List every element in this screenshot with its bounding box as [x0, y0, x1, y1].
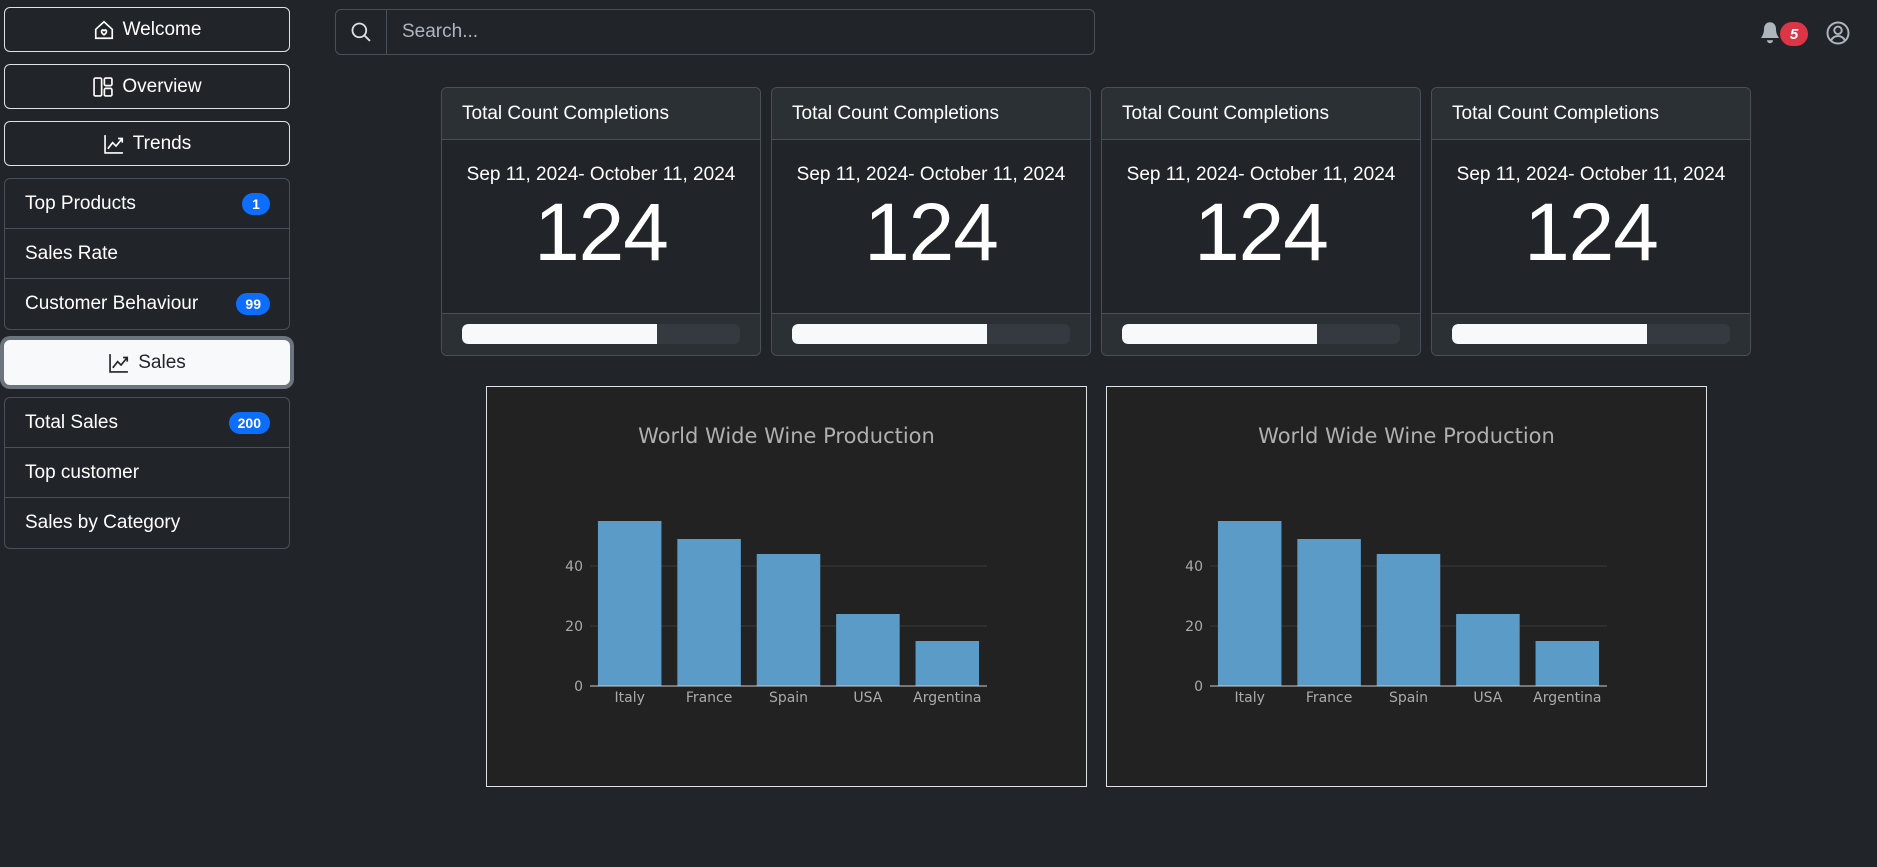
- card-footer: [772, 313, 1090, 355]
- sidebar-item-sales-rate[interactable]: Sales Rate: [5, 229, 289, 279]
- card-footer: [1432, 313, 1750, 355]
- bar: [1535, 641, 1600, 686]
- sidebar: Welcome Overview Trends Top Products 1 S…: [4, 7, 290, 559]
- card-date-range: Sep 11, 2024- October 11, 2024: [796, 164, 1066, 185]
- y-tick-label: 0: [574, 679, 583, 695]
- sidebar-group-analytics: Top Products 1 Sales Rate Customer Behav…: [4, 178, 290, 330]
- sales-button[interactable]: Sales: [4, 340, 290, 385]
- x-tick-label: Argentina: [1533, 690, 1601, 706]
- progress-fill: [462, 324, 657, 344]
- sidebar-item-label: Top Products: [25, 192, 136, 214]
- graph-up-icon: [109, 353, 129, 373]
- kpi-card: Total Count Completions Sep 11, 2024- Oc…: [441, 87, 761, 356]
- card-title: Total Count Completions: [442, 88, 760, 140]
- sidebar-item-label: Customer Behaviour: [25, 293, 199, 314]
- count-badge: 200: [228, 411, 270, 434]
- card-date-range: Sep 11, 2024- October 11, 2024: [1456, 164, 1726, 185]
- bar: [1297, 539, 1361, 686]
- sidebar-item-top-products[interactable]: Top Products 1: [5, 179, 289, 229]
- card-value: 124: [1194, 187, 1329, 278]
- user-icon[interactable]: [1826, 21, 1850, 45]
- graph-up-icon: [104, 134, 123, 154]
- x-tick-label: Argentina: [913, 690, 981, 706]
- kpi-card: Total Count Completions Sep 11, 2024- Oc…: [1101, 87, 1421, 356]
- card-title: Total Count Completions: [1432, 88, 1750, 140]
- chart-title: World Wide Wine Production: [1258, 424, 1555, 448]
- card-footer: [1102, 313, 1420, 355]
- trends-label: Trends: [132, 132, 192, 154]
- sidebar-item-customer-behaviour[interactable]: Customer Behaviour 99: [5, 279, 289, 329]
- card-date-range: Sep 11, 2024- October 11, 2024: [466, 164, 736, 185]
- card-value: 124: [534, 187, 669, 278]
- y-tick-label: 40: [1185, 559, 1203, 575]
- bar: [1217, 521, 1282, 686]
- sidebar-item-label: Total Sales: [25, 411, 118, 433]
- search-input[interactable]: [387, 10, 1094, 54]
- chart-svg: World Wide Wine Production 0 20 40 Italy Fran…: [565, 424, 987, 706]
- bar: [836, 614, 900, 686]
- x-tick-label: Italy: [615, 690, 645, 706]
- welcome-label: Welcome: [122, 18, 202, 40]
- progress-fill: [1122, 324, 1317, 344]
- y-tick-label: 20: [565, 619, 583, 635]
- x-tick-label: Spain: [769, 690, 808, 706]
- card-value: 124: [864, 187, 999, 278]
- kpi-card: Total Count Completions Sep 11, 2024- Oc…: [771, 87, 1091, 356]
- x-tick-label: Spain: [1389, 690, 1428, 706]
- notification-badge: 5: [1780, 22, 1808, 46]
- wine-production-chart: World Wide Wine Production 0 20 40 Italy Fran…: [1106, 386, 1707, 787]
- card-value: 124: [1524, 187, 1659, 278]
- card-footer: [442, 313, 760, 355]
- progress-bar: [1122, 324, 1400, 344]
- sales-label: Sales: [138, 351, 186, 373]
- progress-fill: [792, 324, 987, 344]
- bar: [1456, 614, 1520, 686]
- sidebar-item-sales-by-category[interactable]: Sales by Category: [5, 498, 289, 548]
- card-date-range: Sep 11, 2024- October 11, 2024: [1126, 164, 1396, 185]
- x-tick-label: USA: [1473, 690, 1502, 706]
- search-icon: [351, 22, 371, 42]
- search-bar: [335, 9, 1095, 55]
- bar: [756, 554, 821, 686]
- x-tick-label: USA: [853, 690, 882, 706]
- count-badge: 99: [236, 293, 270, 315]
- layout-icon: [93, 76, 114, 97]
- house-heart-icon: [94, 20, 113, 39]
- x-tick-label: Italy: [1235, 690, 1265, 706]
- bar: [677, 539, 741, 686]
- progress-bar: [792, 324, 1070, 344]
- y-tick-label: 20: [1185, 619, 1203, 635]
- card-title: Total Count Completions: [1102, 88, 1420, 140]
- sidebar-item-total-sales[interactable]: Total Sales 200: [5, 398, 289, 448]
- sidebar-item-label: Sales by Category: [25, 512, 181, 533]
- x-tick-label: France: [1306, 690, 1353, 706]
- chart-svg: World Wide Wine Production 0 20 40 Italy Fran…: [1185, 424, 1607, 706]
- sidebar-item-label: Top customer: [25, 461, 140, 483]
- welcome-button[interactable]: Welcome: [4, 7, 290, 52]
- y-tick-label: 0: [1194, 679, 1203, 695]
- bar: [915, 641, 980, 686]
- count-badge: 1: [242, 192, 270, 215]
- kpi-card: Total Count Completions Sep 11, 2024- Oc…: [1431, 87, 1751, 356]
- overview-button[interactable]: Overview: [4, 64, 290, 109]
- overview-label: Overview: [122, 75, 202, 97]
- sidebar-group-sales: Total Sales 200 Top customer Sales by Ca…: [4, 397, 290, 549]
- bell-icon[interactable]: [1758, 20, 1782, 44]
- wine-production-chart: World Wide Wine Production 0 20 40 Italy Fran…: [486, 386, 1087, 787]
- x-tick-label: France: [686, 690, 733, 706]
- progress-bar: [1452, 324, 1730, 344]
- search-icon-button[interactable]: [336, 10, 387, 54]
- chart-title: World Wide Wine Production: [638, 424, 935, 448]
- trends-button[interactable]: Trends: [4, 121, 290, 166]
- sidebar-item-top-customer[interactable]: Top customer: [5, 448, 289, 498]
- progress-bar: [462, 324, 740, 344]
- card-title: Total Count Completions: [772, 88, 1090, 140]
- progress-fill: [1452, 324, 1647, 344]
- sidebar-item-label: Sales Rate: [25, 242, 118, 264]
- bar: [597, 521, 662, 686]
- y-tick-label: 40: [565, 559, 583, 575]
- bar: [1376, 554, 1441, 686]
